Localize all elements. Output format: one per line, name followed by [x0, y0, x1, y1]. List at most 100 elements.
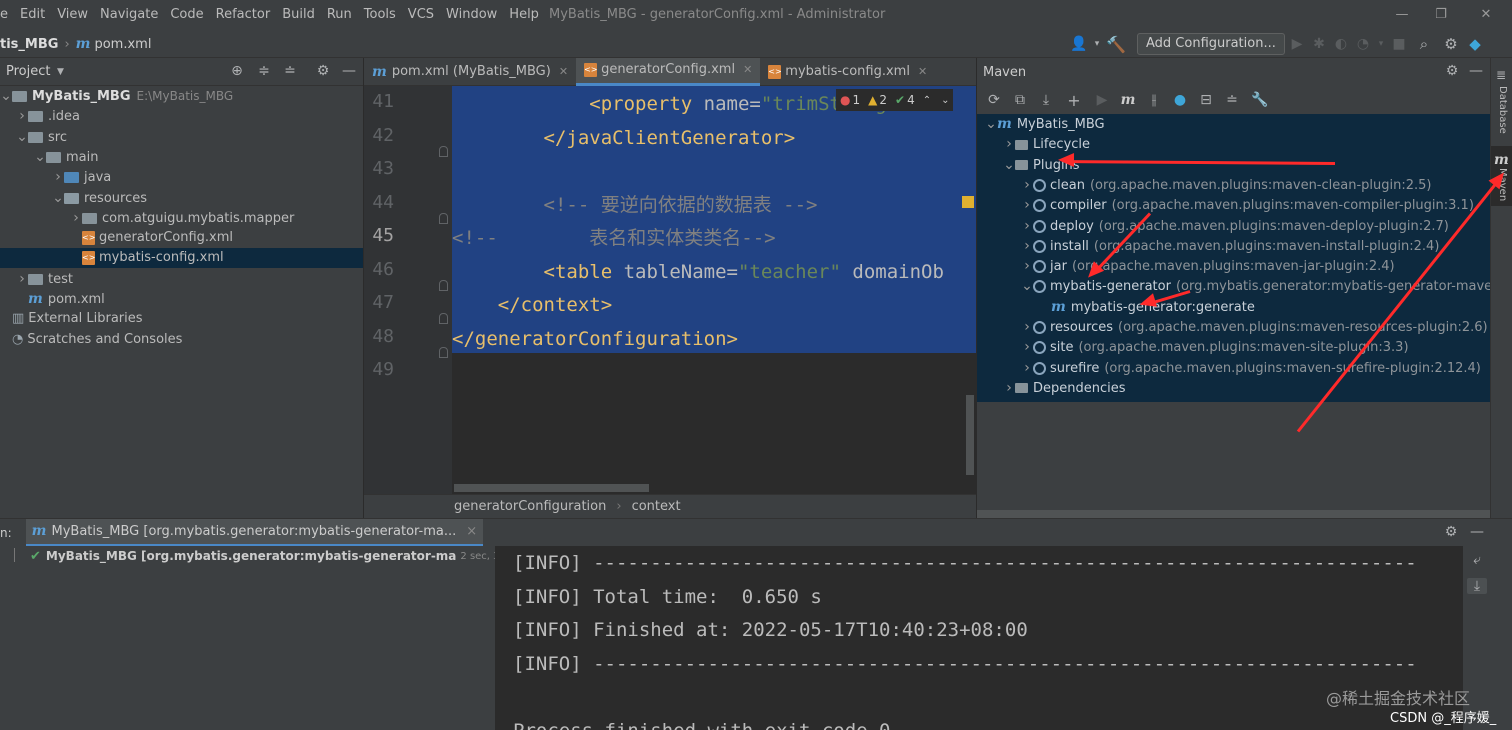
run-maven-icon[interactable]: ▶ [1089, 92, 1115, 108]
menu-edit[interactable]: Edit [14, 0, 51, 30]
expand-arrow-icon[interactable]: › [1021, 236, 1033, 256]
maven-tree-item[interactable]: › install (org.apache.maven.plugins:maven-… [977, 236, 1490, 256]
menu-run[interactable]: Run [321, 0, 358, 30]
expand-arrow-icon[interactable]: › [1003, 378, 1015, 398]
options-gear-icon[interactable]: ⚙ [314, 63, 332, 79]
breadcrumb-file[interactable]: pom.xml [94, 37, 151, 52]
maven-settings-wrench-icon[interactable]: 🔧 [1245, 92, 1275, 108]
expand-arrow-icon[interactable]: › [16, 106, 28, 126]
maven-tree-item[interactable]: ⌄m MyBatis_MBG [977, 114, 1490, 134]
download-icon[interactable]: ⤓ [1033, 92, 1059, 108]
maven-tree-item[interactable]: › Dependencies [977, 378, 1490, 398]
maven-tree-item[interactable]: ⌄ Plugins [977, 155, 1490, 175]
run-hide-icon[interactable]: — [1468, 524, 1486, 540]
expand-arrow-icon[interactable]: › [70, 208, 82, 228]
search-icon[interactable]: ⌕ [1410, 35, 1438, 53]
project-tree-item[interactable]: › .idea [0, 106, 363, 126]
previous-highlight-icon[interactable]: ⌃ [923, 95, 931, 106]
expand-arrow-icon[interactable]: ⌄ [1021, 276, 1033, 296]
menu-help[interactable]: Help [503, 0, 545, 30]
expand-arrow-icon[interactable]: › [1021, 337, 1033, 357]
more-run-icon[interactable]: ▾ [1374, 39, 1388, 49]
close-tab-icon[interactable]: ✕ [559, 58, 568, 86]
restore-button[interactable]: ❐ [1421, 0, 1461, 30]
project-tree-item[interactable]: › java [0, 167, 363, 187]
maven-tree-item[interactable]: › Lifecycle [977, 134, 1490, 154]
code-editor[interactable]: <property name="trimStrings" v </javaCli… [452, 86, 976, 494]
reload-icon[interactable]: ⟳ [981, 92, 1007, 108]
collapse-icon[interactable]: ≐ [1219, 92, 1245, 108]
database-tab[interactable]: Database [1497, 86, 1508, 134]
expand-arrow-icon[interactable]: › [1021, 175, 1033, 195]
skip-tests-icon[interactable]: ● [1167, 92, 1193, 108]
expand-arrow-icon[interactable]: ⌄ [16, 127, 28, 147]
generate-sources-icon[interactable]: ⧉ [1007, 92, 1033, 108]
maven-tree-item[interactable]: › jar (org.apache.maven.plugins:maven-jar-… [977, 256, 1490, 276]
project-tree-item[interactable]: ⌄ main [0, 147, 363, 167]
soft-wrap-icon[interactable]: ⤶ [1467, 552, 1487, 568]
project-tree-item[interactable]: › test [0, 269, 363, 289]
expand-arrow-icon[interactable]: › [1021, 195, 1033, 215]
expand-arrow-icon[interactable]: › [1021, 216, 1033, 236]
console-output[interactable]: [INFO] ---------------------------------… [495, 546, 1463, 730]
expand-arrow-icon[interactable]: ⌄ [52, 188, 64, 208]
project-tree-item[interactable]: <> mybatis-config.xml [0, 248, 363, 269]
menu-navigate[interactable]: Navigate [94, 0, 164, 30]
hide-icon[interactable]: — [340, 63, 358, 79]
maven-tree-item[interactable]: › compiler (org.apache.maven.plugins:maven… [977, 195, 1490, 215]
tab-pom-xml[interactable]: m pom.xml (MyBatis_MBG) ✕ [364, 58, 576, 86]
maven-tree-item[interactable]: › surefire (org.apache.maven.plugins:maven… [977, 358, 1490, 378]
run-tree-item[interactable]: ✔ MyBatis_MBG [org.mybatis.generator:myb… [30, 546, 530, 566]
menu-view[interactable]: View [51, 0, 94, 30]
close-tab-icon[interactable]: ✕ [918, 58, 927, 86]
project-tree-item[interactable]: m pom.xml [0, 289, 363, 309]
menu-code[interactable]: Code [164, 0, 209, 30]
close-button[interactable]: ✕ [1466, 0, 1506, 30]
menu-vcs[interactable]: VCS [402, 0, 440, 30]
expand-arrow-icon[interactable]: › [1021, 256, 1033, 276]
coverage-icon[interactable]: ◐ [1330, 36, 1352, 52]
project-tree-item[interactable]: <> generatorConfig.xml [0, 228, 363, 248]
close-tab-icon[interactable]: ✕ [743, 56, 752, 84]
editor-scrollbar[interactable] [966, 395, 974, 475]
maven-tree-item[interactable]: › site (org.apache.maven.plugins:maven-sit… [977, 337, 1490, 357]
add-icon[interactable]: + [1059, 91, 1089, 110]
project-tree-item[interactable]: ⌄ MyBatis_MBG E:\MyBatis_MBG [0, 86, 363, 106]
project-tree-item[interactable]: › com.atguigu.mybatis.mapper [0, 208, 363, 228]
database-icon[interactable]: ≣ [1494, 68, 1508, 82]
execute-goal-icon[interactable]: m [1115, 92, 1141, 108]
settings-gear-icon[interactable]: ⚙ [1438, 35, 1464, 53]
project-tree-item[interactable]: ◔ Scratches and Consoles [0, 330, 363, 350]
expand-arrow-icon[interactable]: › [1021, 358, 1033, 378]
maven-tree-item[interactable]: m mybatis-generator:generate [977, 297, 1490, 317]
editor-hscrollbar[interactable] [454, 484, 649, 492]
expand-arrow-icon[interactable]: › [1021, 317, 1033, 337]
menu-refactor[interactable]: Refactor [210, 0, 277, 30]
menu-build[interactable]: Build [276, 0, 321, 30]
locate-icon[interactable]: ⊕ [228, 63, 246, 79]
close-run-tab-icon[interactable]: × [466, 524, 477, 539]
maven-hide-icon[interactable]: — [1467, 63, 1485, 79]
maven-hscrollbar[interactable] [977, 510, 1490, 518]
tab-mybatis-config-xml[interactable]: <> mybatis-config.xml ✕ [760, 58, 935, 86]
warning-marker[interactable] [962, 196, 974, 208]
project-title[interactable]: Project [6, 64, 50, 79]
maven-tree-item[interactable]: › clean (org.apache.maven.plugins:maven-cl… [977, 175, 1490, 195]
fold-marker-icon[interactable] [439, 313, 448, 324]
next-highlight-icon[interactable]: ⌄ [941, 95, 949, 106]
expand-arrow-icon[interactable]: ⌄ [985, 114, 997, 134]
expand-arrow-icon[interactable]: ⌄ [0, 86, 12, 106]
add-configuration-button[interactable]: Add Configuration... [1137, 33, 1285, 55]
fold-marker-icon[interactable] [439, 145, 448, 157]
stop-icon[interactable]: ■ [1388, 36, 1410, 52]
debug-icon[interactable]: ✱ [1308, 36, 1330, 52]
minimize-button[interactable]: — [1382, 0, 1422, 30]
profile-icon[interactable]: ◔ [1352, 36, 1374, 52]
toggle-offline-icon[interactable]: ⫲ [1141, 92, 1167, 108]
jetbrains-logo-icon[interactable]: ◆ [1464, 35, 1486, 53]
run-options-gear-icon[interactable]: ⚙ [1442, 524, 1460, 540]
inspection-widget[interactable]: ● 1 ▲ 2 ✔ 4 ⌃ ⌄ [836, 89, 954, 111]
run-tab[interactable]: m MyBatis_MBG [org.mybatis.generator:myb… [25, 518, 484, 547]
show-dependencies-icon[interactable]: ⊟ [1193, 92, 1219, 108]
project-tree-item[interactable]: ▥ External Libraries [0, 309, 363, 329]
